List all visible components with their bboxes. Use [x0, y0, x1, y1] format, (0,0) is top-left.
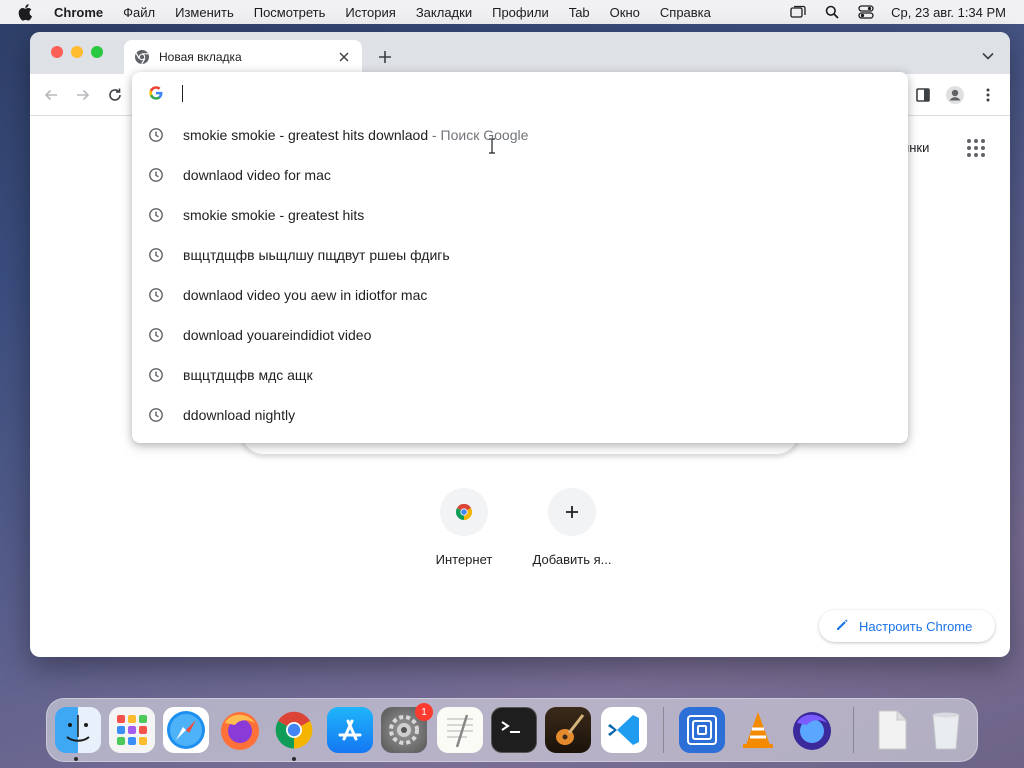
customize-chrome-button[interactable]: Настроить Chrome	[819, 610, 995, 642]
menu-bookmarks[interactable]: Закладки	[416, 5, 472, 20]
shortcut-label: Добавить я...	[532, 552, 612, 567]
terminal-icon[interactable]	[491, 707, 537, 753]
clock-icon	[148, 207, 164, 223]
macos-dock: 1	[46, 698, 978, 762]
omnibox-dropdown: smokie smokie - greatest hits downlaod -…	[132, 72, 908, 443]
tab-title: Новая вкладка	[159, 50, 242, 64]
window-icon[interactable]	[789, 3, 807, 21]
tab-strip: Новая вкладка	[30, 32, 1010, 74]
notification-badge: 1	[415, 703, 433, 721]
system-settings-icon[interactable]: 1	[381, 703, 433, 753]
suggestion-text: download youareindidiot video	[183, 327, 372, 343]
clock-icon	[148, 327, 164, 343]
suggestion-item[interactable]: ddownload nightly	[132, 395, 908, 435]
firefox-nightly-icon[interactable]	[789, 707, 835, 753]
screens-icon[interactable]	[679, 707, 725, 753]
profile-avatar-icon[interactable]	[944, 84, 966, 106]
forward-arrow-icon[interactable]	[72, 84, 94, 106]
window-minimize-button[interactable]	[71, 46, 83, 58]
shortcut-add[interactable]: Добавить я...	[524, 488, 620, 567]
finder-icon[interactable]	[55, 707, 101, 753]
menu-help[interactable]: Справка	[660, 5, 711, 20]
menu-app-name[interactable]: Chrome	[54, 5, 103, 20]
menu-history[interactable]: История	[345, 5, 395, 20]
suggestion-list: smokie smokie - greatest hits downlaod -…	[132, 115, 908, 435]
vlc-icon[interactable]	[735, 707, 781, 753]
control-center-icon[interactable]	[857, 3, 875, 21]
side-panel-icon[interactable]	[912, 84, 934, 106]
vscode-icon[interactable]	[601, 707, 647, 753]
suggestion-text: downlaod video for mac	[183, 167, 331, 183]
window-close-button[interactable]	[51, 46, 63, 58]
chrome-icon[interactable]	[271, 707, 317, 753]
menu-view[interactable]: Посмотреть	[254, 5, 326, 20]
menu-window[interactable]: Окно	[610, 5, 640, 20]
garageband-icon[interactable]	[545, 707, 591, 753]
menubar-clock[interactable]: Ср, 23 авг. 1:34 PM	[891, 5, 1006, 20]
window-maximize-button[interactable]	[91, 46, 103, 58]
kebab-menu-icon[interactable]	[977, 84, 999, 106]
firefox-icon[interactable]	[217, 707, 263, 753]
menu-tab[interactable]: Tab	[569, 5, 590, 20]
dock-separator	[663, 707, 664, 753]
textedit-icon[interactable]	[437, 707, 483, 753]
reload-icon[interactable]	[104, 84, 126, 106]
suggestion-item[interactable]: вщцтдщфв ыьщлшу пщдвут ршеы фдигь	[132, 235, 908, 275]
close-icon[interactable]	[336, 49, 352, 65]
running-indicator	[74, 757, 78, 761]
menu-edit[interactable]: Изменить	[175, 5, 234, 20]
shortcut-label: Интернет	[435, 552, 493, 567]
google-g-icon	[149, 86, 163, 100]
search-icon[interactable]	[823, 3, 841, 21]
suggestion-text: smokie smokie - greatest hits downlaod -…	[183, 127, 529, 143]
chrome-icon	[440, 488, 488, 536]
suggestion-suffix: - Поиск Google	[428, 127, 529, 143]
dock-separator	[853, 707, 854, 753]
shortcut-internet[interactable]: Интернет	[416, 488, 512, 567]
apps-grid-icon[interactable]	[966, 138, 986, 158]
safari-icon[interactable]	[163, 707, 209, 753]
pencil-icon	[835, 618, 851, 634]
suggestion-item[interactable]: download youareindidiot video	[132, 315, 908, 355]
document-icon[interactable]	[869, 707, 915, 753]
chrome-window: Новая вкладка тинки Интернет Добавить я.…	[30, 32, 1010, 657]
menu-profiles[interactable]: Профили	[492, 5, 549, 20]
omnibox-input[interactable]	[180, 80, 880, 106]
suggestion-item[interactable]: downlaod video for mac	[132, 155, 908, 195]
clock-icon	[148, 127, 164, 143]
back-arrow-icon[interactable]	[40, 84, 62, 106]
chrome-icon	[134, 49, 150, 65]
launchpad-icon[interactable]	[109, 707, 155, 753]
omnibox-row	[132, 72, 908, 114]
clock-icon	[148, 287, 164, 303]
suggestion-text: вщцтдщфв ыьщлшу пщдвут ршеы фдигь	[183, 247, 450, 263]
clock-icon	[148, 367, 164, 383]
running-indicator	[292, 757, 296, 761]
clock-icon	[148, 167, 164, 183]
suggestion-item[interactable]: smokie smokie - greatest hits downlaod -…	[132, 115, 908, 155]
new-tab-button[interactable]	[374, 46, 396, 68]
suggestion-text: ddownload nightly	[183, 407, 296, 423]
menu-file[interactable]: Файл	[123, 5, 155, 20]
chevron-down-icon[interactable]	[980, 48, 996, 64]
suggestion-text: вщцтдщфв мдс ащк	[183, 367, 313, 383]
clock-icon	[148, 407, 164, 423]
clock-icon	[148, 247, 164, 263]
customize-label: Настроить Chrome	[859, 618, 973, 634]
suggestion-text: smokie smokie - greatest hits	[183, 207, 365, 223]
suggestion-item[interactable]: вщцтдщфв мдс ащк	[132, 355, 908, 395]
macos-menu-bar: Chrome Файл Изменить Посмотреть История …	[0, 0, 1024, 24]
suggestion-text: downlaod video you aew in idiotfor mac	[183, 287, 428, 303]
plus-icon	[548, 488, 596, 536]
tab-new-tab[interactable]: Новая вкладка	[124, 40, 362, 74]
trash-icon[interactable]	[923, 707, 969, 753]
suggestion-item[interactable]: downlaod video you aew in idiotfor mac	[132, 275, 908, 315]
apple-icon[interactable]	[18, 3, 36, 21]
suggestion-item[interactable]: smokie smokie - greatest hits	[132, 195, 908, 235]
app-store-icon[interactable]	[327, 707, 373, 753]
text-caret	[182, 85, 183, 102]
